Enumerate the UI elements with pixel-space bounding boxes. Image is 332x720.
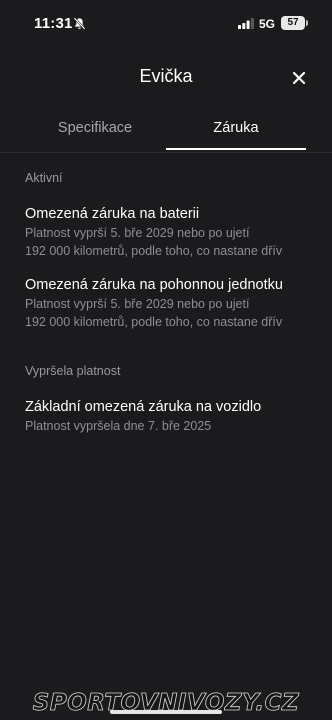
warranty-description-line: Platnost vyprší 5. bře 2029 nebo po ujet…	[25, 297, 250, 311]
cellular-signal-icon	[238, 18, 254, 29]
status-time: 11:31	[34, 15, 73, 32]
tab-bar: Specifikace Záruka	[0, 110, 332, 152]
status-bar: 11:31 5G 57	[0, 0, 332, 50]
close-icon[interactable]	[288, 67, 310, 89]
section-label-active: Aktivní	[25, 171, 63, 185]
page-title: Evička	[139, 66, 193, 86]
warranty-description-line: Platnost vyprší 5. bře 2029 nebo po ujet…	[25, 226, 250, 240]
section-label-expired: Vypršela platnost	[25, 364, 121, 378]
warranty-screen: 11:31 5G 57 Evička Specifikace Záruka Ak…	[0, 0, 332, 720]
warranty-description-line: Platnost vypršela dne 7. bře 2025	[25, 419, 212, 433]
warranty-title: Omezená záruka na pohonnou jednotku	[25, 277, 283, 293]
tab-specifikace[interactable]: Specifikace	[25, 110, 165, 150]
bell-muted-icon	[73, 17, 86, 30]
warranty-title: Omezená záruka na baterii	[25, 206, 200, 222]
warranty-title: Základní omezená záruka na vozidlo	[25, 399, 262, 415]
active-tab-indicator	[166, 148, 306, 150]
warranty-description-line: 192 000 kilometrů, podle toho, co nastan…	[25, 244, 283, 258]
warranty-description-line: 192 000 kilometrů, podle toho, co nastan…	[25, 315, 283, 329]
tab-zaruka[interactable]: Záruka	[166, 110, 306, 150]
tabs-divider	[0, 152, 332, 153]
battery-icon: 57	[281, 16, 308, 30]
network-type-label: 5G	[259, 17, 276, 31]
home-indicator[interactable]	[110, 710, 222, 714]
